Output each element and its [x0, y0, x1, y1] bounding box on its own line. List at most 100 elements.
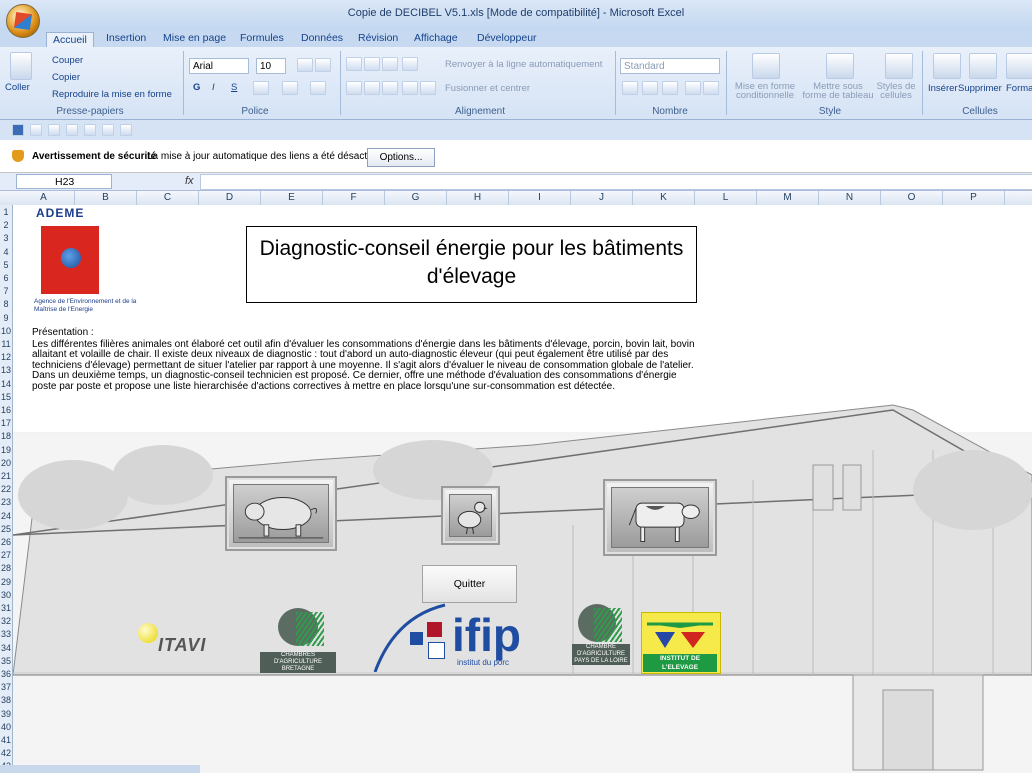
- row-header-16[interactable]: 16: [0, 405, 12, 415]
- row-header-22[interactable]: 22: [0, 484, 12, 494]
- row-header-9[interactable]: 9: [0, 313, 12, 323]
- tab-insertion[interactable]: Insertion: [106, 32, 146, 44]
- row-header-7[interactable]: 7: [0, 286, 12, 296]
- row-header-32[interactable]: 32: [0, 616, 12, 626]
- row-header-35[interactable]: 35: [0, 656, 12, 666]
- row-header-11[interactable]: 11: [0, 339, 12, 349]
- cow-button[interactable]: [603, 479, 717, 556]
- sheet-tabs-bar[interactable]: [0, 765, 200, 773]
- cell-styles-button[interactable]: Styles de cellules: [874, 82, 918, 101]
- format-table-button[interactable]: Mettre sous forme de tableau: [800, 82, 876, 101]
- percent-icon[interactable]: [642, 81, 658, 95]
- tab-affichage[interactable]: Affichage: [414, 32, 458, 44]
- toolbar-icon[interactable]: [66, 124, 78, 136]
- row-header-6[interactable]: 6: [0, 273, 12, 283]
- format-button[interactable]: Format: [1006, 83, 1032, 94]
- chicken-button[interactable]: [441, 486, 500, 545]
- row-header-12[interactable]: 12: [0, 352, 12, 362]
- insert-button[interactable]: Insérer: [928, 83, 958, 94]
- row-header-30[interactable]: 30: [0, 590, 12, 600]
- row-header-27[interactable]: 27: [0, 550, 12, 560]
- font-name-select[interactable]: Arial: [189, 58, 249, 74]
- column-header-b[interactable]: B: [75, 191, 137, 205]
- toolbar-icon[interactable]: [102, 124, 114, 136]
- italic-button[interactable]: I: [212, 82, 215, 93]
- paste-icon[interactable]: [10, 52, 32, 80]
- tab-formules[interactable]: Formules: [240, 32, 284, 44]
- row-header-29[interactable]: 29: [0, 577, 12, 587]
- align-left-icon[interactable]: [346, 81, 362, 95]
- tab-developpeur[interactable]: Développeur: [477, 32, 537, 44]
- row-header-3[interactable]: 3: [0, 233, 12, 243]
- format-icon[interactable]: [1006, 53, 1032, 79]
- font-size-select[interactable]: 10: [256, 58, 286, 74]
- formula-input[interactable]: [200, 174, 1032, 190]
- column-header-d[interactable]: D: [199, 191, 261, 205]
- row-header-39[interactable]: 39: [0, 709, 12, 719]
- tab-donnees[interactable]: Données: [301, 32, 343, 44]
- bold-button[interactable]: G: [193, 82, 200, 93]
- column-header-g[interactable]: G: [385, 191, 447, 205]
- row-header-26[interactable]: 26: [0, 537, 12, 547]
- row-header-14[interactable]: 14: [0, 379, 12, 389]
- cut-button[interactable]: Couper: [52, 55, 83, 66]
- office-button[interactable]: [6, 4, 40, 38]
- align-bottom-icon[interactable]: [382, 57, 398, 71]
- column-header-h[interactable]: H: [447, 191, 509, 205]
- underline-button[interactable]: S: [231, 82, 237, 93]
- fx-icon[interactable]: fx: [185, 175, 194, 187]
- row-header-19[interactable]: 19: [0, 445, 12, 455]
- row-header-41[interactable]: 41: [0, 735, 12, 745]
- column-header-j[interactable]: J: [571, 191, 633, 205]
- row-header-24[interactable]: 24: [0, 511, 12, 521]
- increase-indent-icon[interactable]: [420, 81, 436, 95]
- row-header-10[interactable]: 10: [0, 326, 12, 336]
- column-header-i[interactable]: I: [509, 191, 571, 205]
- number-format-select[interactable]: Standard: [620, 58, 720, 74]
- row-header-25[interactable]: 25: [0, 524, 12, 534]
- column-header-k[interactable]: K: [633, 191, 695, 205]
- column-header-o[interactable]: O: [881, 191, 943, 205]
- thousands-icon[interactable]: [662, 81, 678, 95]
- cell-styles-icon[interactable]: [885, 53, 913, 79]
- row-header-42[interactable]: 42: [0, 748, 12, 758]
- decrease-decimal-icon[interactable]: [703, 81, 719, 95]
- row-header-20[interactable]: 20: [0, 458, 12, 468]
- delete-button[interactable]: Supprimer: [958, 83, 1002, 94]
- toolbar-icon[interactable]: [84, 124, 96, 136]
- format-table-icon[interactable]: [826, 53, 854, 79]
- tab-mise-en-page[interactable]: Mise en page: [163, 32, 226, 44]
- column-header-n[interactable]: N: [819, 191, 881, 205]
- toolbar-icon[interactable]: [120, 124, 132, 136]
- row-header-40[interactable]: 40: [0, 722, 12, 732]
- row-header-5[interactable]: 5: [0, 260, 12, 270]
- row-header-33[interactable]: 33: [0, 629, 12, 639]
- redo-icon[interactable]: [48, 124, 60, 136]
- decrease-font-icon[interactable]: [315, 58, 331, 72]
- delete-icon[interactable]: [969, 53, 997, 79]
- column-header-l[interactable]: L: [695, 191, 757, 205]
- column-header-m[interactable]: M: [757, 191, 819, 205]
- copy-button[interactable]: Copier: [52, 72, 80, 83]
- column-header-a[interactable]: A: [13, 191, 75, 205]
- row-header-34[interactable]: 34: [0, 643, 12, 653]
- orientation-icon[interactable]: [402, 57, 418, 71]
- conditional-format-icon[interactable]: [752, 53, 780, 79]
- currency-icon[interactable]: [622, 81, 638, 95]
- column-header-e[interactable]: E: [261, 191, 323, 205]
- align-middle-icon[interactable]: [364, 57, 380, 71]
- font-color-icon[interactable]: [310, 81, 326, 95]
- paste-button[interactable]: Coller: [5, 82, 30, 93]
- tab-accueil[interactable]: Accueil: [46, 32, 94, 47]
- decrease-indent-icon[interactable]: [402, 81, 418, 95]
- fill-color-icon[interactable]: [282, 81, 298, 95]
- align-top-icon[interactable]: [346, 57, 362, 71]
- row-header-28[interactable]: 28: [0, 563, 12, 573]
- increase-decimal-icon[interactable]: [685, 81, 701, 95]
- column-header-p[interactable]: P: [943, 191, 1005, 205]
- row-header-17[interactable]: 17: [0, 418, 12, 428]
- row-header-2[interactable]: 2: [0, 220, 12, 230]
- column-header-c[interactable]: C: [137, 191, 199, 205]
- row-header-36[interactable]: 36: [0, 669, 12, 679]
- row-header-38[interactable]: 38: [0, 695, 12, 705]
